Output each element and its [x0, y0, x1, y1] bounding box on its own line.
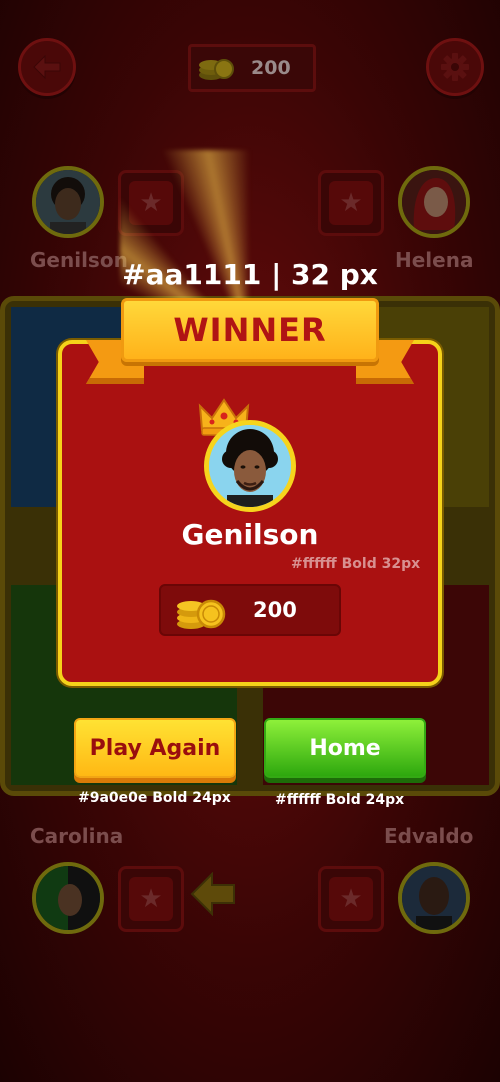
reward-amount: 200 — [253, 598, 297, 622]
player-avatar-bottom-left — [32, 862, 104, 934]
player-name-bottom-right: Edvaldo — [384, 824, 474, 848]
avatar — [36, 170, 100, 234]
coin-count: 200 — [251, 57, 291, 79]
home-spec-annotation: #ffffff Bold 24px — [275, 792, 405, 808]
winner-name: Genilson — [181, 518, 319, 551]
reward-box: 200 — [159, 584, 341, 636]
player-star-bottom-right: ★ — [318, 866, 384, 932]
coin-balance: 200 — [188, 44, 316, 92]
winner-banner: WINNER — [121, 298, 379, 362]
turn-arrow-icon — [190, 872, 235, 916]
player-avatar-top-right — [398, 166, 470, 238]
avatar — [402, 866, 466, 930]
player-name-bottom-left: Carolina — [30, 824, 124, 848]
avatar — [402, 170, 466, 234]
avatar — [209, 425, 291, 507]
player-star-bottom-left: ★ — [118, 866, 184, 932]
player-avatar-top-left — [32, 166, 104, 238]
title-spec-annotation: #aa1111 | 32 px — [122, 258, 378, 291]
player-avatar-bottom-right — [398, 862, 470, 934]
settings-button[interactable] — [426, 38, 484, 96]
gear-icon — [441, 53, 469, 81]
home-button[interactable]: Home — [264, 718, 426, 778]
star-icon: ★ — [139, 884, 163, 914]
play-spec-annotation: #9a0e0e Bold 24px — [78, 790, 231, 806]
star-icon: ★ — [339, 884, 363, 914]
arrow-left-icon — [33, 54, 61, 80]
avatar — [36, 866, 100, 930]
coins-icon — [199, 59, 234, 80]
name-spec-annotation: #ffffff Bold 32px — [291, 556, 421, 572]
back-button[interactable] — [18, 38, 76, 96]
winner-avatar — [204, 420, 296, 512]
play-again-button[interactable]: Play Again — [74, 718, 236, 778]
winner-title: WINNER — [173, 311, 327, 349]
coins-icon — [177, 599, 226, 629]
